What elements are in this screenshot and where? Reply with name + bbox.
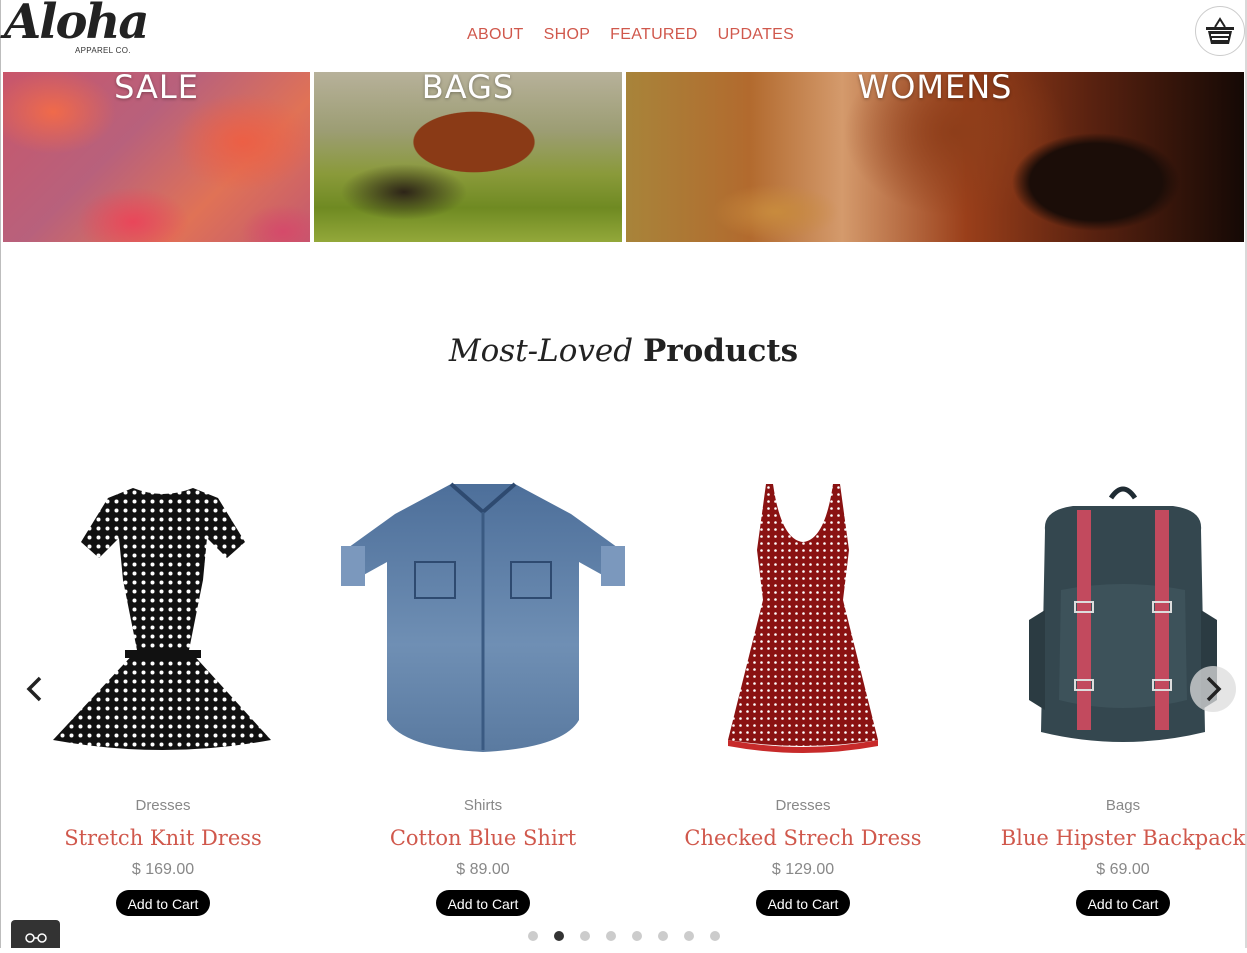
product-name[interactable]: Blue Hipster Backpack [973, 826, 1247, 850]
logo-tagline: APPAREL CO. [75, 46, 131, 55]
product-price: $ 169.00 [131, 861, 195, 878]
cart-button[interactable] [1195, 6, 1245, 56]
page-left-border [0, 0, 1, 948]
product-category: Dresses [135, 797, 191, 814]
product-category: Dresses [775, 797, 831, 814]
product-price: $ 129.00 [771, 861, 835, 878]
product-price: $ 89.00 [456, 861, 510, 878]
add-to-cart-button[interactable]: Add to Cart [436, 890, 530, 916]
add-to-cart-button[interactable]: Add to Cart [756, 890, 850, 916]
product-name[interactable]: Stretch Knit Dress [13, 826, 313, 850]
carousel-dot[interactable] [710, 931, 720, 941]
add-to-cart-button[interactable]: Add to Cart [1076, 890, 1170, 916]
carousel-next-button[interactable] [1190, 666, 1236, 712]
product-image-red-polka-dot-dress[interactable] [653, 470, 953, 770]
carousel-dot[interactable] [684, 931, 694, 941]
banner-bags-label: BAGS [421, 72, 515, 106]
product-image-polka-dot-black-dress[interactable] [13, 470, 313, 770]
chevron-right-icon [1206, 676, 1222, 702]
glasses-icon [25, 933, 47, 943]
banner-bags[interactable]: BAGS [314, 72, 622, 242]
nav-about[interactable]: ABOUT [467, 26, 524, 44]
carousel-dot[interactable] [606, 931, 616, 941]
add-to-cart-button[interactable]: Add to Cart [116, 890, 210, 916]
product-image-denim-shirt[interactable] [333, 470, 633, 770]
section-title-bold: Products [642, 333, 799, 369]
shopping-basket-icon [1206, 17, 1234, 44]
section-title-italic: Most-Loved [448, 333, 634, 369]
nav-updates[interactable]: UPDATES [718, 26, 794, 44]
product-price: $ 69.00 [1096, 861, 1150, 878]
main-nav: ABOUT SHOP FEATURED UPDATES [467, 26, 794, 44]
product-name[interactable]: Checked Strech Dress [653, 826, 953, 850]
banner-womens-label: WOMENS [857, 72, 1013, 106]
carousel-dot[interactable] [632, 931, 642, 941]
nav-shop[interactable]: SHOP [544, 26, 591, 44]
banner-womens[interactable]: WOMENS [626, 72, 1244, 242]
carousel-pagination [528, 931, 720, 941]
product-name[interactable]: Cotton Blue Shirt [333, 826, 633, 850]
banner-sale[interactable]: SALE [3, 72, 310, 242]
carousel-dot[interactable] [658, 931, 668, 941]
carousel-dot[interactable] [528, 931, 538, 941]
carousel-dot[interactable] [580, 931, 590, 941]
nav-featured[interactable]: FEATURED [610, 26, 697, 44]
accessibility-widget-button[interactable] [11, 920, 60, 948]
carousel-dot-active[interactable] [554, 931, 564, 941]
logo-wordmark: Aloha [4, 0, 149, 50]
section-title: Most-Loved Products [0, 333, 1247, 369]
brand-logo[interactable]: Aloha APPAREL CO. [4, 0, 149, 62]
product-image-teal-backpack[interactable] [973, 470, 1247, 770]
product-category: Bags [1105, 797, 1141, 814]
product-category: Shirts [463, 797, 503, 814]
banner-sale-label: SALE [114, 72, 199, 106]
